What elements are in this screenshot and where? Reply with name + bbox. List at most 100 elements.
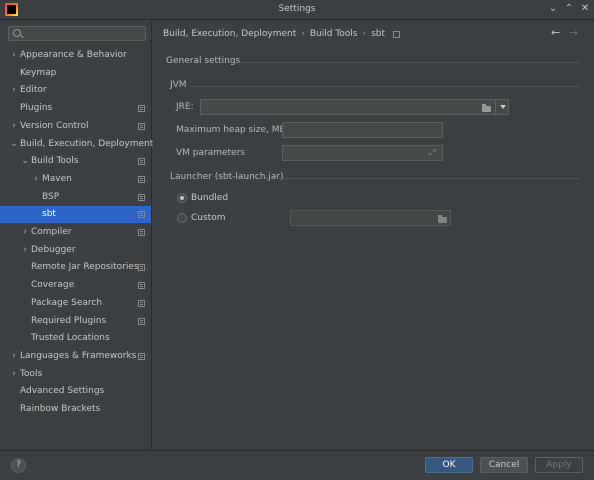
sidebar-item-label: Trusted Locations <box>31 333 110 343</box>
sidebar-item-label: sbt <box>42 209 56 219</box>
ok-button[interactable]: OK <box>425 457 473 473</box>
chevron-down-icon[interactable]: ⌄ <box>21 153 29 170</box>
sidebar-item-remote-jar-repositories[interactable]: Remote Jar Repositories <box>0 259 151 276</box>
project-scope-icon <box>138 105 145 112</box>
chevron-right-icon[interactable]: › <box>10 82 18 99</box>
sidebar-item-label: Package Search <box>31 298 103 308</box>
sidebar-item-languages-frameworks[interactable]: › Languages & Frameworks <box>0 348 151 365</box>
project-scope-icon <box>138 282 145 289</box>
chevron-right-icon[interactable]: › <box>10 348 18 365</box>
project-scope-icon <box>138 194 145 201</box>
maximize-icon[interactable]: ⌃ <box>562 2 576 16</box>
custom-radio[interactable] <box>177 213 187 223</box>
sidebar-item-sbt[interactable]: sbt <box>0 206 151 223</box>
sidebar-item-label: Advanced Settings <box>20 386 105 396</box>
sidebar-item-tools[interactable]: › Tools <box>0 366 151 383</box>
chevron-right-icon[interactable]: › <box>10 366 18 383</box>
heap-size-input[interactable] <box>282 122 443 138</box>
project-scope-icon <box>138 264 145 271</box>
dialog-footer: ? OK Cancel Apply <box>0 450 594 480</box>
breadcrumb-item[interactable]: Build, Execution, Deployment <box>163 29 296 39</box>
breadcrumb-separator: › <box>301 29 305 39</box>
sidebar-item-build-tools[interactable]: ⌄ Build Tools <box>0 153 151 170</box>
sidebar-item-label: Keymap <box>20 68 57 78</box>
sidebar-item-label: Build, Execution, Deployment <box>20 139 154 149</box>
sidebar-item-maven[interactable]: › Maven <box>0 171 151 188</box>
sidebar-item-label: Editor <box>20 85 47 95</box>
section-divider <box>239 62 579 63</box>
sidebar-item-plugins[interactable]: Plugins <box>0 100 151 117</box>
search-input[interactable] <box>8 26 146 41</box>
sidebar-item-editor[interactable]: › Editor <box>0 82 151 99</box>
sidebar-item-label: Maven <box>42 174 72 184</box>
forward-arrow-icon[interactable]: → <box>569 26 578 39</box>
chevron-right-icon[interactable]: › <box>21 224 29 241</box>
sidebar-item-debugger[interactable]: › Debugger <box>0 242 151 259</box>
close-icon[interactable]: ✕ <box>578 2 592 16</box>
settings-content: Build, Execution, Deployment › Build Tools… <box>153 21 594 450</box>
cancel-button[interactable]: Cancel <box>480 457 528 473</box>
chevron-right-icon[interactable]: › <box>32 171 40 188</box>
jre-label: JRE: <box>176 102 194 112</box>
project-scope-icon <box>138 158 145 165</box>
sidebar-item-build-execution-deployment[interactable]: ⌄ Build, Execution, Deployment <box>0 136 154 153</box>
sidebar-item-coverage[interactable]: Coverage <box>0 277 151 294</box>
sidebar-item-label: Coverage <box>31 280 75 290</box>
project-scope-icon <box>138 300 145 307</box>
breadcrumb-separator: › <box>362 29 367 39</box>
sidebar-item-trusted-locations[interactable]: Trusted Locations <box>0 330 151 347</box>
sidebar-item-label: Languages & Frameworks <box>20 351 137 361</box>
project-scope-icon <box>138 123 145 130</box>
custom-label[interactable]: Custom <box>191 213 225 223</box>
sidebar-item-version-control[interactable]: › Version Control <box>0 118 151 135</box>
chevron-right-icon[interactable]: › <box>21 242 29 259</box>
general-settings-heading: General settings <box>166 56 241 66</box>
back-arrow-icon[interactable]: ← <box>551 26 560 39</box>
sidebar-item-label: Debugger <box>31 245 76 255</box>
expand-icon[interactable]: ⤢ <box>429 148 435 158</box>
sidebar-item-compiler[interactable]: › Compiler <box>0 224 151 241</box>
project-scope-icon <box>393 30 401 38</box>
title-bar: Settings ⌄ ⌃ ✕ <box>0 0 594 20</box>
vm-parameters-label: VM parameters <box>176 148 245 158</box>
sidebar-item-package-search[interactable]: Package Search <box>0 295 151 312</box>
help-button[interactable]: ? <box>11 458 26 473</box>
sidebar-item-bsp[interactable]: BSP <box>0 189 151 206</box>
bundled-label[interactable]: Bundled <box>191 193 228 203</box>
chevron-right-icon[interactable]: › <box>10 118 18 135</box>
folder-icon[interactable] <box>482 104 491 112</box>
breadcrumb-item: sbt <box>371 29 386 39</box>
project-scope-icon <box>138 211 145 218</box>
sidebar-item-keymap[interactable]: Keymap <box>0 65 151 82</box>
sidebar-item-advanced-settings[interactable]: Advanced Settings <box>0 383 151 400</box>
sidebar-item-label: Required Plugins <box>31 316 107 326</box>
folder-icon[interactable] <box>438 215 447 223</box>
project-scope-icon <box>138 229 145 236</box>
sidebar-item-required-plugins[interactable]: Required Plugins <box>0 313 151 330</box>
heap-size-label: Maximum heap size, MB <box>176 125 286 135</box>
chevron-down-icon[interactable] <box>495 99 509 115</box>
bundled-radio[interactable] <box>177 193 187 203</box>
settings-sidebar: › Appearance & Behavior Keymap › Editor Plugi… <box>0 21 154 450</box>
sidebar-item-label: Version Control <box>20 121 89 131</box>
minimize-icon[interactable]: ⌄ <box>546 2 560 16</box>
custom-path-input[interactable] <box>290 210 451 226</box>
jre-select[interactable] <box>200 99 509 115</box>
chevron-right-icon[interactable]: › <box>10 47 18 64</box>
window-title: Settings <box>278 4 316 14</box>
jvm-heading: JVM <box>170 80 187 90</box>
chevron-down-icon[interactable]: ⌄ <box>10 136 18 153</box>
sidebar-item-label: Tools <box>20 369 43 379</box>
apply-button[interactable]: Apply <box>535 457 583 473</box>
breadcrumb-item[interactable]: Build Tools <box>310 29 358 39</box>
launcher-heading: Launcher (sbt-launch.jar) <box>170 172 284 182</box>
sidebar-item-appearance-behavior[interactable]: › Appearance & Behavior <box>0 47 151 64</box>
sidebar-item-label: Plugins <box>20 103 53 113</box>
sidebar-item-label: Remote Jar Repositories <box>31 262 139 272</box>
search-icon <box>13 29 21 37</box>
project-scope-icon <box>138 176 145 183</box>
sidebar-item-label: Rainbow Brackets <box>20 404 101 414</box>
project-scope-icon <box>138 353 145 360</box>
vm-parameters-input[interactable]: ⤢ <box>282 145 443 161</box>
sidebar-item-rainbow-brackets[interactable]: Rainbow Brackets <box>0 401 151 418</box>
